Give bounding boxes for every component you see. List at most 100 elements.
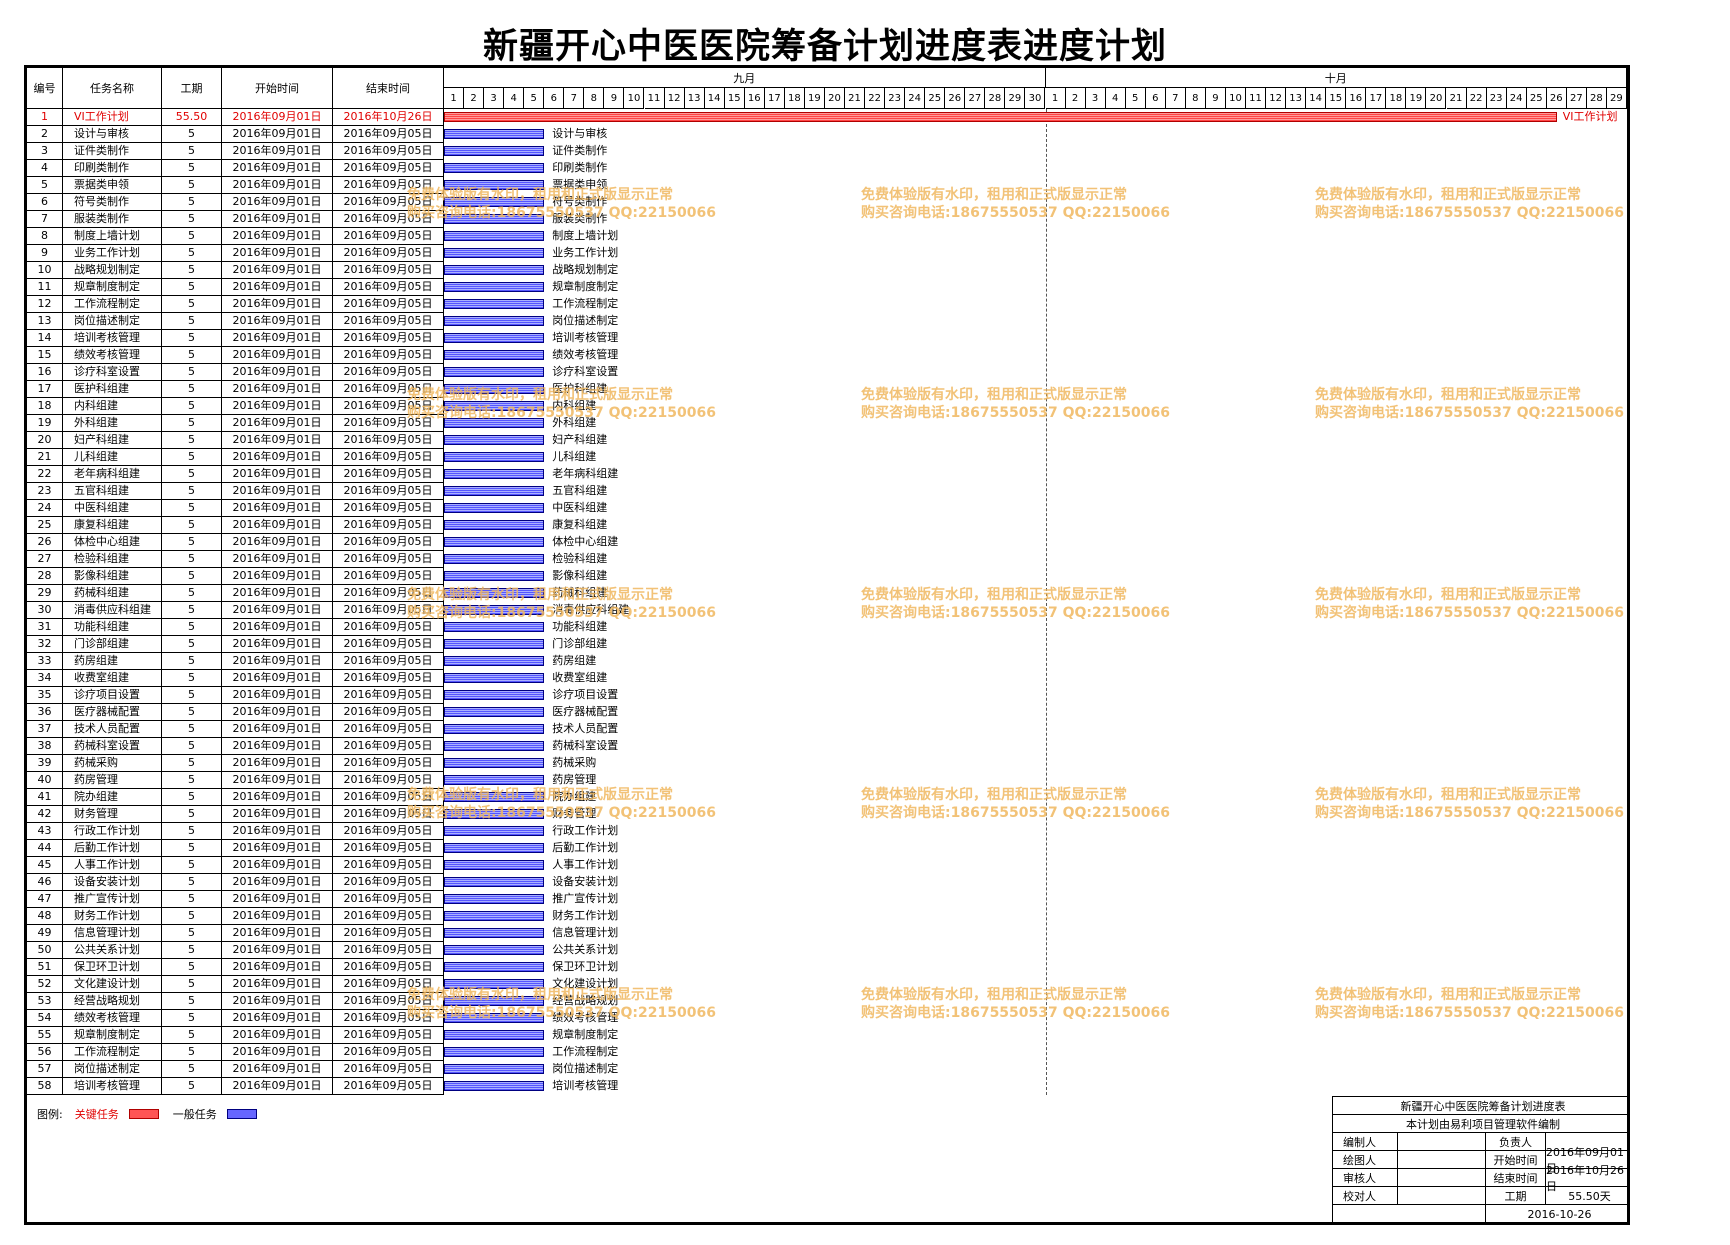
task-bar: [444, 928, 545, 938]
task-bar-label: 儿科组建: [552, 450, 597, 463]
cell-start: 2016年09月01日: [222, 755, 333, 772]
cell-task-name: 设计与审核: [63, 126, 162, 143]
cell-duration: 5: [162, 806, 222, 823]
day-cell: 27: [1566, 88, 1587, 109]
info-end-label: 结束时间: [1486, 1169, 1546, 1187]
cell-id: 49: [27, 925, 63, 942]
task-bar: [444, 367, 545, 377]
task-bar: [444, 809, 545, 819]
day-cell: 4: [1105, 88, 1126, 109]
cell-start: 2016年09月01日: [222, 891, 333, 908]
cell-start: 2016年09月01日: [222, 1027, 333, 1044]
cell-end: 2016年09月05日: [333, 704, 444, 721]
day-cell: 19: [1406, 88, 1427, 109]
cell-task-name: 人事工作计划: [63, 857, 162, 874]
cell-start: 2016年09月01日: [222, 279, 333, 296]
task-bar: [444, 401, 545, 411]
task-bar-label: 工作流程制定: [552, 297, 619, 310]
cell-end: 2016年09月05日: [333, 415, 444, 432]
task-bar-label: 外科组建: [552, 416, 597, 429]
header-duration: 工期: [162, 68, 222, 109]
cell-duration: 5: [162, 211, 222, 228]
cell-duration: 5: [162, 602, 222, 619]
cell-id: 1: [27, 109, 63, 126]
task-bar: [444, 146, 545, 156]
cell-end: 2016年09月05日: [333, 500, 444, 517]
cell-duration: 5: [162, 262, 222, 279]
cell-start: 2016年09月01日: [222, 313, 333, 330]
cell-task-name: 药械科组建: [63, 585, 162, 602]
task-bar: [444, 197, 545, 207]
cell-task-name: 工作流程制定: [63, 296, 162, 313]
cell-id: 35: [27, 687, 63, 704]
task-bar-label: 制度上墙计划: [552, 229, 619, 242]
cell-duration: 5: [162, 1010, 222, 1027]
cell-end: 2016年09月05日: [333, 517, 444, 534]
cell-duration: 5: [162, 789, 222, 806]
legend-normal-swatch: [226, 1109, 257, 1119]
cell-start: 2016年09月01日: [222, 517, 333, 534]
cell-end: 2016年09月05日: [333, 483, 444, 500]
cell-duration: 5: [162, 874, 222, 891]
info-drawer-value: [1398, 1151, 1486, 1169]
cell-id: 17: [27, 381, 63, 398]
cell-end: 2016年09月05日: [333, 534, 444, 551]
task-bar-label: 设备安装计划: [552, 875, 619, 888]
cell-task-name: 医疗器械配置: [63, 704, 162, 721]
cell-id: 22: [27, 466, 63, 483]
task-bar: [444, 163, 545, 173]
cell-end: 2016年09月05日: [333, 772, 444, 789]
day-cell: 26: [945, 88, 966, 109]
cell-task-name: 收费室组建: [63, 670, 162, 687]
task-bar: [444, 418, 545, 428]
cell-end: 2016年09月05日: [333, 942, 444, 959]
cell-duration: 5: [162, 1078, 222, 1095]
task-bar: [444, 673, 545, 683]
cell-end: 2016年09月05日: [333, 143, 444, 160]
day-cell: 26: [1546, 88, 1567, 109]
task-bar: [444, 877, 545, 887]
day-cell: 12: [664, 88, 685, 109]
cell-id: 46: [27, 874, 63, 891]
cell-duration: 5: [162, 891, 222, 908]
task-bar-label: 后勤工作计划: [552, 841, 619, 854]
task-bar-label: 影像科组建: [552, 569, 608, 582]
task-bar: [444, 316, 545, 326]
day-cell: 20: [824, 88, 845, 109]
day-cell: 6: [1145, 88, 1166, 109]
task-bar-label: 药械科组建: [552, 586, 608, 599]
cell-task-name: 院办组建: [63, 789, 162, 806]
cell-task-name: 印刷类制作: [63, 160, 162, 177]
cell-duration: 5: [162, 976, 222, 993]
cell-task-name: 岗位描述制定: [63, 1061, 162, 1078]
watermark: 免费体验版有水印，租用和正式版显示正常 购买咨询电话:18675550537 QQ…: [861, 386, 1170, 422]
cell-end: 2016年09月05日: [333, 755, 444, 772]
cell-id: 55: [27, 1027, 63, 1044]
task-bar-label: 检验科组建: [552, 552, 608, 565]
cell-start: 2016年09月01日: [222, 160, 333, 177]
cell-task-name: 公共关系计划: [63, 942, 162, 959]
cell-id: 40: [27, 772, 63, 789]
watermark-line-1: 免费体验版有水印，租用和正式版显示正常: [861, 187, 1127, 203]
info-title: 新疆开心中医医院筹备计划进度表: [1333, 1097, 1627, 1115]
task-bar: [444, 724, 545, 734]
cell-end: 2016年09月05日: [333, 602, 444, 619]
cell-end: 2016年09月05日: [333, 449, 444, 466]
task-bar-label: 推广宣传计划: [552, 892, 619, 905]
task-bar-label: 规章制度制定: [552, 1028, 619, 1041]
cell-end: 2016年09月05日: [333, 585, 444, 602]
day-cell: 28: [1586, 88, 1607, 109]
day-cell: 18: [784, 88, 805, 109]
task-bar: [444, 792, 545, 802]
task-bar-label: 培训考核管理: [552, 331, 619, 344]
task-bar: [444, 231, 545, 241]
cell-start: 2016年09月01日: [222, 211, 333, 228]
task-bar-label: 岗位描述制定: [552, 1062, 619, 1075]
task-bar-label: 业务工作计划: [552, 246, 619, 259]
cell-duration: 5: [162, 347, 222, 364]
cell-end: 2016年09月05日: [333, 330, 444, 347]
cell-task-name: 绩效考核管理: [63, 1010, 162, 1027]
task-bar-label: 符号类制作: [552, 195, 608, 208]
watermark: 免费体验版有水印，租用和正式版显示正常 购买咨询电话:18675550537 QQ…: [861, 786, 1170, 822]
cell-end: 2016年09月05日: [333, 721, 444, 738]
